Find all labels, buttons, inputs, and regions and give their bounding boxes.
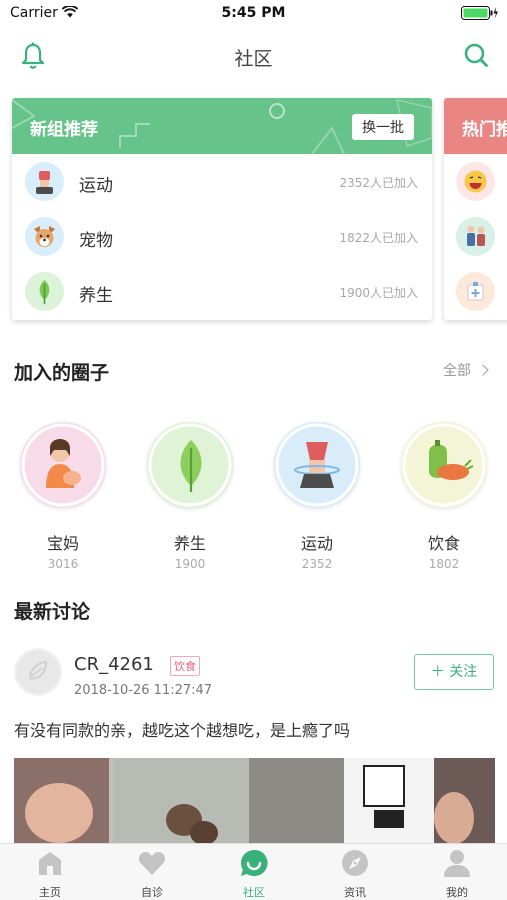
home-icon [39,852,61,875]
page-title: 社区 [234,48,273,70]
group-member-count: 2352人已加入 [339,176,418,190]
tab-label: 我的 [446,886,468,899]
recommend-title: 新组推荐 [30,120,98,140]
circle-name: 养生 [173,534,206,553]
circle-count: 1900 [174,557,206,571]
circle-name: 宝妈 [46,534,79,553]
tab-mine[interactable]: 我的 [422,848,492,900]
status-time: 5:45 PM [221,5,286,21]
exercise-icon [274,422,360,508]
post-category-badge: 饮食 [170,656,200,676]
avatar[interactable] [14,648,62,696]
tab-label: 资讯 [344,886,366,899]
dog-icon [25,217,64,256]
recommend-group-row[interactable]: 宠物 1822人已加入 [12,209,432,264]
hot-row [444,209,507,264]
heart-icon [138,852,166,875]
see-all-link[interactable]: 全部 [443,360,489,380]
leaf-icon [25,272,64,311]
community-icon [241,849,268,876]
tab-label: 主页 [39,886,61,899]
circle-count: 3016 [47,557,79,571]
refresh-batch-button[interactable]: 换一批 [352,114,414,140]
joined-circles-heading: 加入的圈子 [14,362,110,384]
group-member-count: 1900人已加入 [339,286,418,300]
hot-row [444,264,507,319]
leaf-icon [147,422,233,508]
circle-name: 饮食 [427,534,460,553]
status-bar: Carrier 5:45 PM [0,0,507,26]
smile-icon [456,162,495,201]
chevron-right-icon [477,364,489,376]
recommend-header: 新组推荐 换一批 [12,98,432,154]
circle-item[interactable]: 运动 2352 [272,422,362,571]
hot-recommend-card[interactable]: 热门推 [444,98,507,320]
tab-label: 自诊 [141,886,163,899]
mother-icon [20,422,106,508]
compass-icon [342,850,368,876]
post-username[interactable]: CR_4261 [74,654,154,675]
post-photo[interactable] [14,758,495,844]
search-icon[interactable] [463,42,489,68]
recommend-group-row[interactable]: 养生 1900人已加入 [12,264,432,319]
battery-charging-icon [461,6,498,20]
person-icon [444,850,470,877]
circle-item[interactable]: 养生 1900 [145,422,235,571]
latest-discussion-heading: 最新讨论 [14,601,91,623]
hot-row [444,154,507,209]
group-name: 养生 [79,286,113,306]
group-name: 运动 [79,176,113,196]
exercise-icon [25,162,64,201]
tab-home[interactable]: 主页 [15,848,85,900]
circle-item[interactable]: 宝妈 3016 [18,422,108,571]
hot-title: 热门推 [462,120,507,140]
circle-item[interactable]: 饮食 1802 [399,422,489,571]
group-member-count: 1822人已加入 [339,231,418,245]
medicine-icon [456,272,495,311]
tab-bar: 主页 自诊 社区 资讯 我的 [0,843,507,900]
circle-name: 运动 [300,534,333,553]
follow-button[interactable]: ＋ 关注 [414,654,494,690]
nav-bar: 社区 [0,26,507,86]
circle-count: 1802 [428,557,460,571]
new-group-recommend-card: 新组推荐 换一批 运动 2352人已加入 宠物 1822人已加入 养生 1900… [12,98,432,320]
post-content[interactable]: 有没有同款的亲，越吃这个越想吃，是上瘾了吗 [14,717,350,741]
post-timestamp: 2018-10-26 11:27:47 [74,683,213,698]
vegetable-icon [401,422,487,508]
group-name: 宠物 [79,231,113,251]
tab-news[interactable]: 资讯 [320,848,390,900]
tab-community[interactable]: 社区 [219,848,289,900]
circle-count: 2352 [301,557,333,571]
hot-header: 热门推 [444,98,507,154]
recommend-group-row[interactable]: 运动 2352人已加入 [12,154,432,209]
elderly-people-icon [456,217,495,256]
see-all-label: 全部 [443,363,471,379]
tab-self-diagnosis[interactable]: 自诊 [117,848,187,900]
tab-label: 社区 [243,886,265,899]
